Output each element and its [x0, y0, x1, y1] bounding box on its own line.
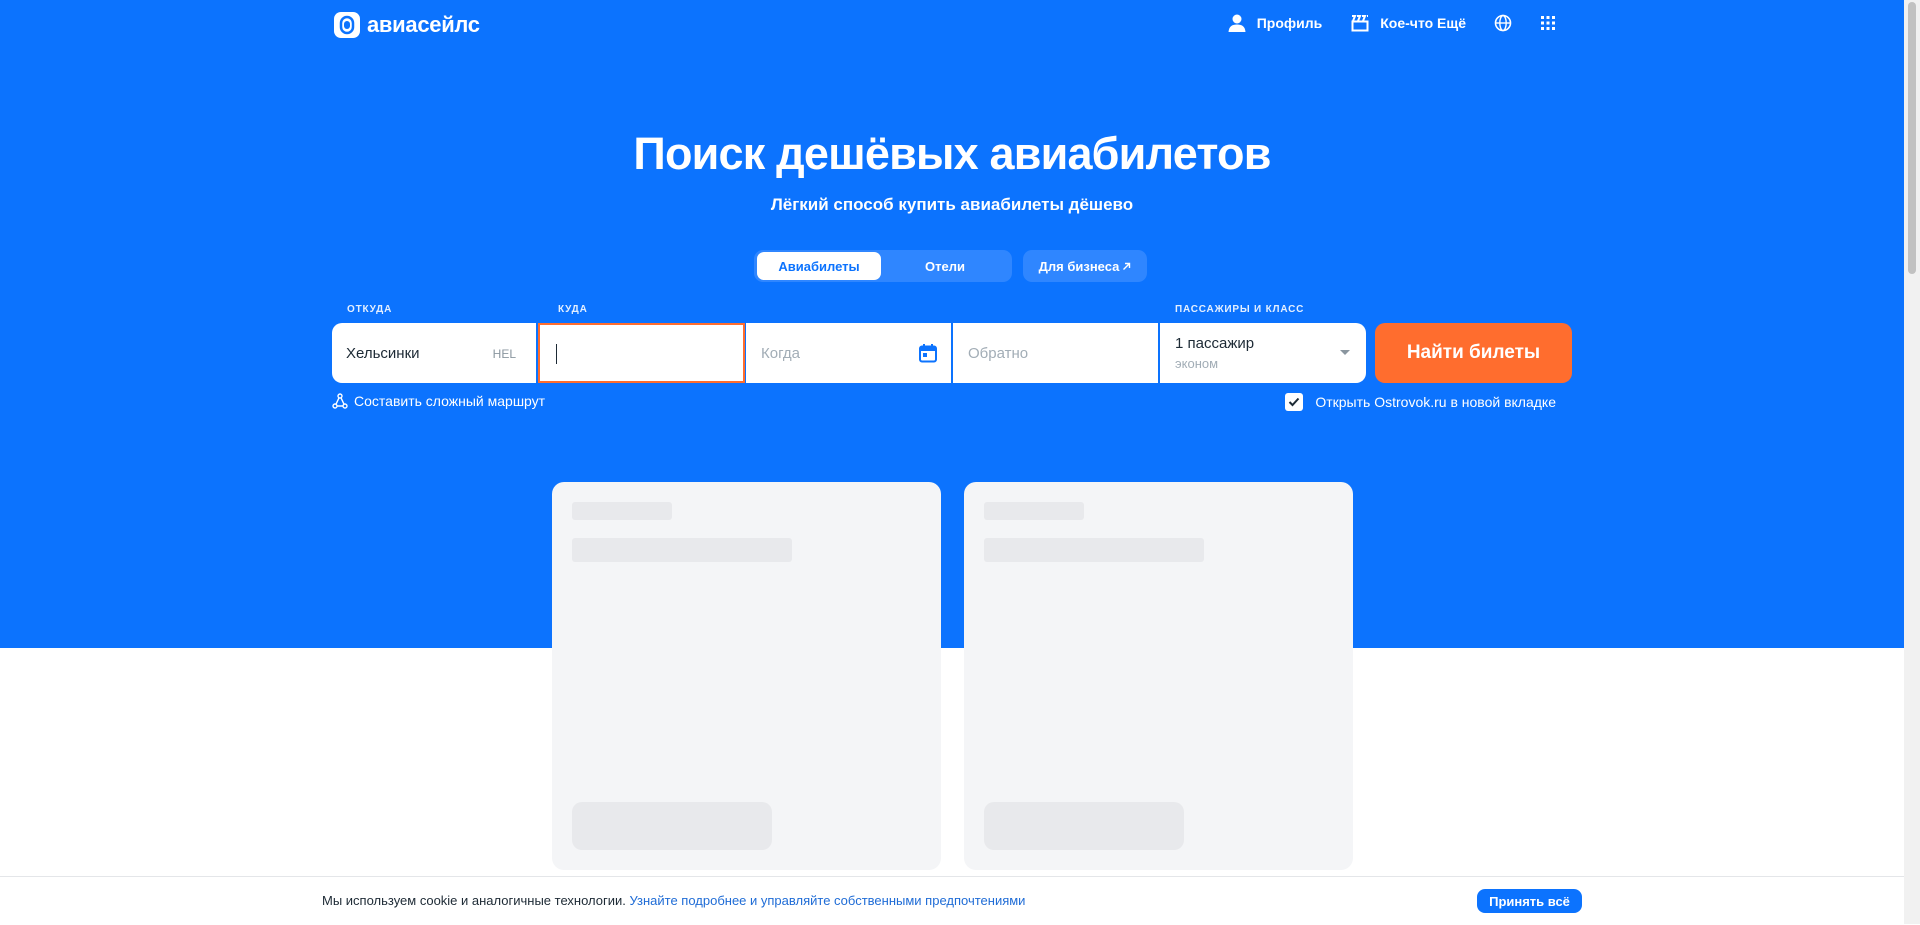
user-icon	[1228, 14, 1246, 32]
class-value: эконом	[1175, 356, 1219, 371]
text-cursor	[556, 344, 557, 364]
page-subtitle: Лёгкий способ купить авиабилеты дёшево	[770, 195, 1134, 214]
hero-section: авиасейлс Профиль Кое-что Ещё Поиск дешё…	[0, 0, 1904, 648]
return-date-field[interactable]: Обратно	[953, 323, 1158, 383]
cookie-banner: Мы используем cookie и аналогичные техно…	[0, 876, 1904, 925]
chevron-down-icon	[1340, 350, 1350, 355]
find-tickets-button[interactable]: Найти билеты	[1375, 323, 1572, 383]
calendar-icon[interactable]	[918, 343, 938, 363]
skeleton-button	[572, 802, 772, 850]
passengers-select[interactable]: 1 пассажир эконом	[1160, 323, 1366, 383]
checkmark-icon	[1289, 397, 1300, 407]
apps-button[interactable]	[1540, 15, 1556, 31]
route-icon	[332, 393, 348, 409]
profile-button[interactable]: Профиль	[1227, 13, 1323, 33]
placeholder-card	[552, 482, 941, 870]
scrollbar-thumb[interactable]	[1908, 2, 1916, 274]
language-button[interactable]	[1494, 14, 1512, 32]
more-button[interactable]: Кое-что Ещё	[1350, 13, 1466, 33]
clapperboard-icon	[1351, 15, 1369, 32]
logo-text: авиасейлс	[367, 12, 480, 37]
depart-date-field[interactable]: Когда	[746, 323, 951, 383]
from-value: Хельсинки	[346, 345, 420, 362]
from-label: ОТКУДА	[347, 304, 393, 315]
skeleton-line	[572, 538, 792, 562]
complex-route-link[interactable]: Составить сложный маршрут	[332, 393, 545, 409]
business-label: Для бизнеса	[1038, 258, 1120, 274]
placeholder-card	[964, 482, 1353, 870]
cookie-preferences-link[interactable]: Узнайте подробнее и управляйте собственн…	[629, 893, 1025, 908]
to-label: КУДА	[558, 304, 588, 315]
open-ostrovok-checkbox[interactable]	[1285, 393, 1304, 411]
external-arrow-icon	[1123, 262, 1131, 270]
accept-cookies-button[interactable]: Принять всё	[1477, 889, 1582, 913]
page-scrollbar[interactable]	[1904, 0, 1920, 924]
skeleton-line	[572, 502, 672, 520]
globe-icon	[1494, 14, 1512, 32]
complex-route-label: Составить сложный маршрут	[354, 393, 546, 409]
header-nav: Профиль Кое-что Ещё	[1227, 13, 1556, 33]
grid-icon	[1541, 16, 1555, 30]
skeleton-line	[984, 502, 1084, 520]
search-tabs: Авиабилеты Отели	[754, 250, 1012, 282]
open-ostrovok-option[interactable]: Открыть Ostrovok.ru в новой вкладке	[1285, 393, 1556, 411]
depart-date-placeholder: Когда	[761, 345, 800, 362]
more-label: Кое-что Ещё	[1380, 15, 1466, 31]
passengers-label: ПАССАЖИРЫ И КЛАСС	[1175, 304, 1305, 315]
to-field[interactable]	[538, 323, 745, 383]
return-date-placeholder: Обратно	[968, 345, 1029, 362]
from-field[interactable]: Хельсинки HEL	[332, 323, 536, 383]
from-code: HEL	[492, 347, 516, 361]
tab-hotels[interactable]: Отели	[881, 252, 1009, 280]
passengers-value: 1 пассажир	[1175, 335, 1255, 352]
logo[interactable]: авиасейлс	[333, 11, 480, 39]
skeleton-button	[984, 802, 1184, 850]
skeleton-line	[984, 538, 1204, 562]
page-title: Поиск дешёвых авиабилетов	[633, 128, 1271, 179]
open-ostrovok-label: Открыть Ostrovok.ru в новой вкладке	[1315, 394, 1556, 410]
cookie-text: Мы используем cookie и аналогичные техно…	[322, 893, 626, 908]
tab-flights[interactable]: Авиабилеты	[757, 252, 881, 280]
business-link[interactable]: Для бизнеса	[1023, 250, 1147, 282]
profile-label: Профиль	[1256, 15, 1323, 31]
logo-icon	[334, 12, 360, 38]
cookie-text-block: Мы используем cookie и аналогичные техно…	[322, 893, 1025, 908]
